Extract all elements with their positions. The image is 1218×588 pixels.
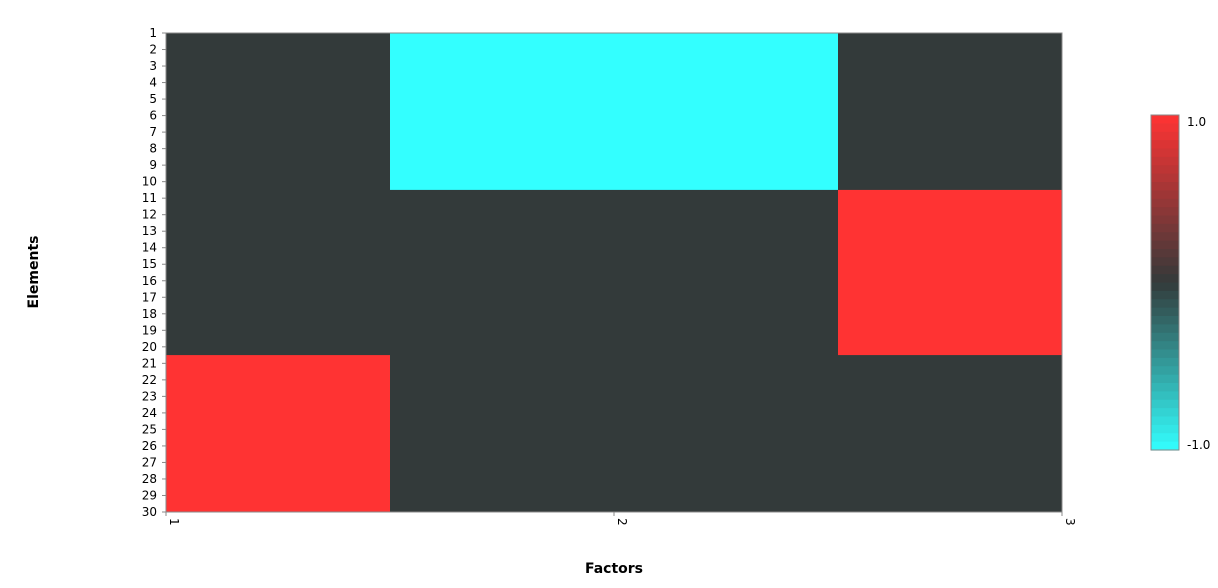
plot-area [165,32,1063,513]
colorbar-step [1151,165,1179,175]
y-tick-label: 26 [142,439,157,453]
colorbar-step [1151,249,1179,258]
colorbar: 1.0 -1.0 [1150,114,1210,452]
y-tick-label: 21 [142,356,157,370]
colorbar-step [1151,316,1179,325]
colorbar-step [1151,416,1179,426]
y-tick-label: 3 [149,59,157,73]
colorbar-step [1151,341,1179,351]
y-tick-label: 7 [149,125,157,139]
x-tick-label: 3 [1063,518,1077,526]
y-tick-label: 12 [142,208,157,222]
y-tick-label: 23 [142,389,157,403]
colorbar-step [1151,399,1179,409]
y-tick-label: 4 [149,76,157,90]
y-tick-label: 19 [142,323,157,337]
colorbar-max-label: 1.0 [1187,115,1206,129]
colorbar-step [1151,307,1179,317]
colorbar-step [1151,190,1179,200]
heatmap-block-2 [838,189,1062,356]
colorbar-step [1151,148,1179,158]
y-tick-label: 15 [142,257,157,271]
colorbar-step [1151,357,1179,367]
colorbar-step [1151,240,1179,250]
colorbar-step [1151,223,1179,233]
y-tick-label: 16 [142,274,157,288]
y-tick-label: 6 [149,109,157,123]
colorbar-step [1151,140,1179,150]
colorbar-step [1151,424,1179,434]
y-axis-ticks: 1234567891011121314151617181920212223242… [142,26,166,519]
colorbar-step [1151,131,1179,141]
heatmap-block-3 [166,355,390,512]
y-tick-label: 2 [149,43,157,57]
y-tick-label: 25 [142,422,157,436]
colorbar-step [1151,282,1179,292]
y-tick-label: 24 [142,406,157,420]
y-tick-label: 8 [149,142,157,156]
y-tick-label: 18 [142,307,157,321]
y-tick-label: 9 [149,158,157,172]
colorbar-step [1151,441,1179,451]
y-tick-label: 10 [142,175,157,189]
colorbar-step [1151,324,1179,334]
colorbar-step [1151,265,1179,275]
colorbar-step [1151,374,1179,384]
colorbar-step [1151,182,1179,191]
colorbar-step [1151,232,1179,242]
heatmap-block-1 [390,33,838,190]
heatmap-chart: 1234567891011121314151617181920212223242… [26,26,1210,577]
colorbar-step [1151,349,1179,359]
y-tick-label: 28 [142,472,157,486]
y-tick-label: 5 [149,92,157,106]
colorbar-step [1151,366,1179,376]
colorbar-step [1151,391,1179,401]
x-axis-label: Factors [585,561,643,577]
y-tick-label: 17 [142,290,157,304]
colorbar-step [1151,207,1179,217]
colorbar-step [1151,408,1179,418]
colorbar-step [1151,123,1179,133]
y-tick-label: 29 [142,488,157,502]
x-tick-label: 1 [167,518,181,526]
y-tick-label: 11 [142,191,157,205]
colorbar-step [1151,115,1179,124]
colorbar-min-label: -1.0 [1187,438,1210,452]
y-axis-label: Elements [26,236,42,309]
colorbar-step [1151,215,1179,225]
y-tick-label: 14 [142,241,157,255]
y-tick-label: 27 [142,455,157,469]
colorbar-step [1151,257,1179,267]
colorbar-step [1151,290,1179,300]
x-axis-ticks: 1 2 3 [165,512,1077,526]
colorbar-step [1151,156,1179,166]
colorbar-step [1151,299,1179,309]
y-tick-label: 1 [149,26,157,40]
colorbar-step [1151,383,1179,392]
y-tick-label: 13 [142,224,157,238]
colorbar-step [1151,433,1179,443]
x-tick-label: 2 [615,518,629,526]
colorbar-step [1151,173,1179,183]
colorbar-step [1151,274,1179,284]
colorbar-step [1151,332,1179,342]
colorbar-step [1151,198,1179,208]
y-tick-label: 30 [142,505,157,519]
y-tick-label: 22 [142,373,157,387]
y-tick-label: 20 [142,340,157,354]
